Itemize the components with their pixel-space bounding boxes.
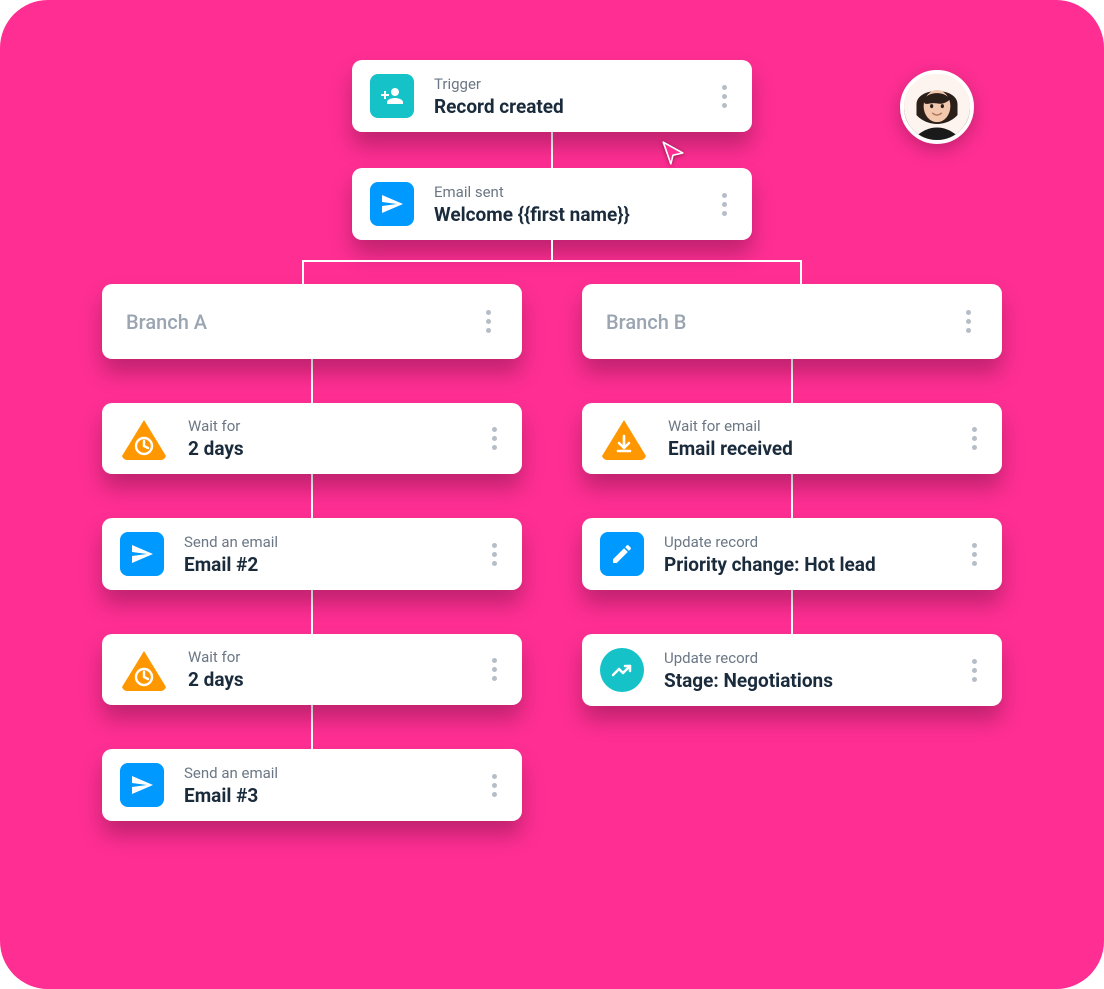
- node-text: Wait for email Email received: [668, 417, 964, 460]
- node-wait[interactable]: Wait for 2 days: [102, 403, 522, 474]
- connector: [791, 359, 793, 403]
- connector: [791, 590, 793, 634]
- node-text: Wait for 2 days: [188, 417, 484, 460]
- connector: [791, 474, 793, 518]
- node-label: Send an email: [184, 533, 484, 551]
- wait-download-icon: [600, 418, 648, 460]
- send-icon: [120, 532, 164, 576]
- send-icon: [120, 763, 164, 807]
- kebab-menu[interactable]: [958, 306, 978, 337]
- trending-up-icon: [600, 648, 644, 692]
- branch-a-header[interactable]: Branch A: [102, 284, 522, 359]
- node-update-record[interactable]: Update record Priority change: Hot lead: [582, 518, 1002, 590]
- node-label: Email sent: [434, 183, 714, 201]
- node-title: Stage: Negotiations: [664, 669, 964, 692]
- node-title: 2 days: [188, 668, 484, 691]
- node-text: Email sent Welcome {{first name}}: [434, 183, 714, 226]
- node-label: Wait for: [188, 417, 484, 435]
- node-title: Email received: [668, 437, 964, 460]
- connector: [311, 590, 313, 634]
- node-title: Email #3: [184, 784, 484, 807]
- node-text: Send an email Email #2: [184, 533, 484, 576]
- node-title: Record created: [434, 95, 714, 118]
- branch-a-column: Branch A Wait for 2 days: [102, 284, 522, 821]
- wait-clock-icon: [120, 418, 168, 460]
- node-text: Update record Stage: Negotiations: [664, 649, 964, 692]
- kebab-menu[interactable]: [484, 770, 504, 801]
- kebab-menu[interactable]: [964, 655, 984, 686]
- node-label: Update record: [664, 649, 964, 667]
- connector: [311, 474, 313, 518]
- node-label: Trigger: [434, 75, 714, 93]
- kebab-menu[interactable]: [714, 189, 734, 220]
- node-send-email[interactable]: Send an email Email #2: [102, 518, 522, 590]
- node-trigger[interactable]: Trigger Record created: [352, 60, 752, 132]
- branch-b-header[interactable]: Branch B: [582, 284, 1002, 359]
- node-title: Email #2: [184, 553, 484, 576]
- kebab-menu[interactable]: [964, 539, 984, 570]
- kebab-menu[interactable]: [484, 654, 504, 685]
- kebab-menu[interactable]: [484, 539, 504, 570]
- kebab-menu[interactable]: [478, 306, 498, 337]
- node-wait-email[interactable]: Wait for email Email received: [582, 403, 1002, 474]
- node-label: Wait for email: [668, 417, 964, 435]
- node-label: Update record: [664, 533, 964, 551]
- kebab-menu[interactable]: [964, 423, 984, 454]
- branch-split-connector: [302, 240, 802, 284]
- node-title: Priority change: Hot lead: [664, 553, 964, 576]
- node-label: Wait for: [188, 648, 484, 666]
- kebab-menu[interactable]: [484, 423, 504, 454]
- node-title: 2 days: [188, 437, 484, 460]
- workflow-canvas: Trigger Record created Email sent Welcom…: [0, 0, 1104, 989]
- branch-b-column: Branch B Wait for email Email received: [582, 284, 1002, 706]
- node-text: Wait for 2 days: [188, 648, 484, 691]
- node-wait[interactable]: Wait for 2 days: [102, 634, 522, 705]
- edit-pencil-icon: [600, 532, 644, 576]
- send-icon: [370, 182, 414, 226]
- node-text: Trigger Record created: [434, 75, 714, 118]
- node-update-record[interactable]: Update record Stage: Negotiations: [582, 634, 1002, 706]
- wait-clock-icon: [120, 649, 168, 691]
- node-send-email[interactable]: Send an email Email #3: [102, 749, 522, 821]
- branch-label: Branch A: [126, 310, 207, 334]
- node-text: Update record Priority change: Hot lead: [664, 533, 964, 576]
- collaborator-cursor: [660, 140, 686, 166]
- connector: [551, 132, 553, 168]
- person-add-icon: [370, 74, 414, 118]
- node-email-sent[interactable]: Email sent Welcome {{first name}}: [352, 168, 752, 240]
- connector: [311, 359, 313, 403]
- node-label: Send an email: [184, 764, 484, 782]
- kebab-menu[interactable]: [714, 81, 734, 112]
- branch-label: Branch B: [606, 310, 686, 334]
- node-text: Send an email Email #3: [184, 764, 484, 807]
- connector: [311, 705, 313, 749]
- node-title: Welcome {{first name}}: [434, 203, 714, 226]
